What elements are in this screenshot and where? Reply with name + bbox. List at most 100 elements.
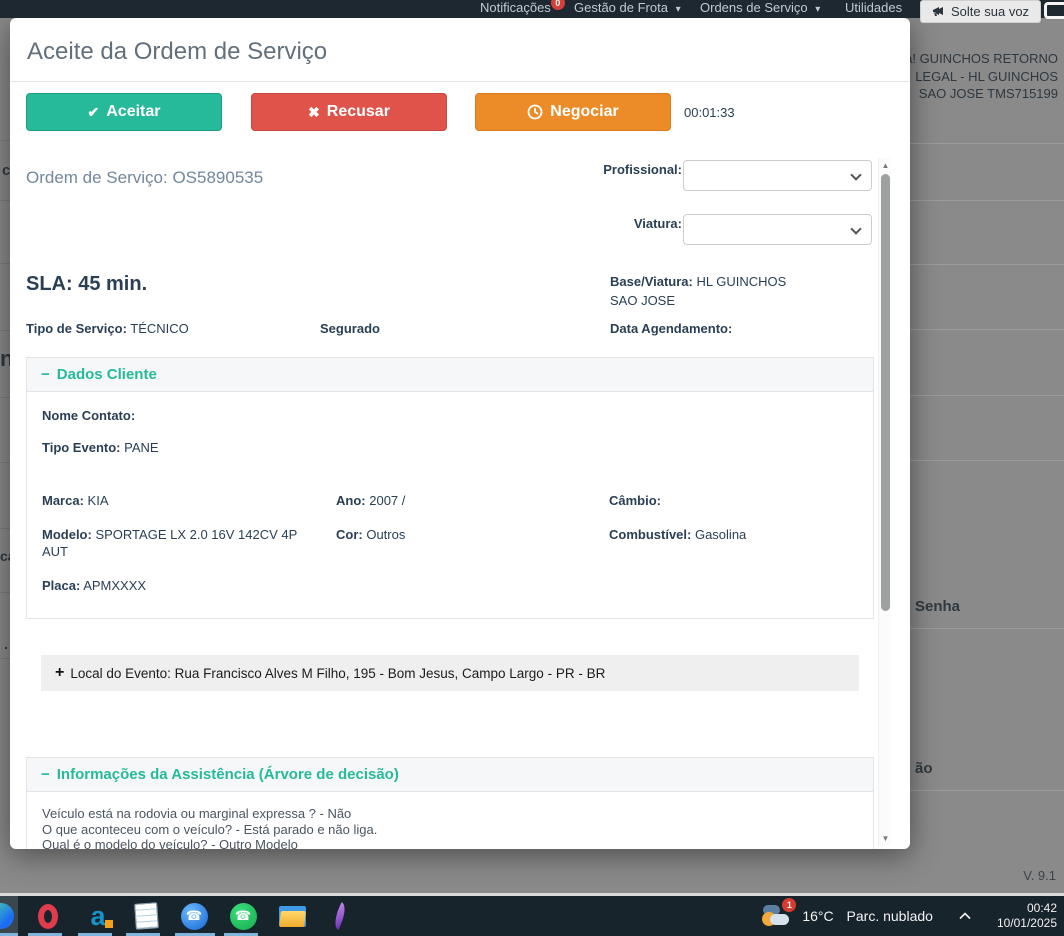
ano: Ano: 2007 / bbox=[336, 492, 609, 509]
clock-icon bbox=[527, 104, 543, 120]
service-order-accept-modal: Aceite da Ordem de Serviço ✔ Aceitar ✖ R… bbox=[10, 18, 910, 849]
tray-chevron-up-icon[interactable] bbox=[959, 912, 971, 920]
assistance-panel-header[interactable]: − Informações da Assistência (Árvore de … bbox=[26, 757, 874, 792]
weather-alert-badge: 1 bbox=[782, 898, 797, 912]
user-greeting: Olá! GUINCHOS RETORNO LEGAL - HL GUINCHO… bbox=[892, 51, 1058, 101]
top-navbar: Notificações 0 Gestão de Frota ▾ Ordens … bbox=[0, 0, 1064, 23]
accept-label: Aceitar bbox=[106, 103, 161, 120]
softphone-logo: ☎ bbox=[180, 902, 208, 930]
bg-divider bbox=[903, 143, 1064, 144]
assist-app-logo: a bbox=[90, 902, 113, 930]
edge-icon[interactable] bbox=[0, 896, 18, 936]
file-explorer-icon[interactable] bbox=[270, 896, 314, 936]
client-data-panel: − Dados Cliente Nome Contato: Tipo Event… bbox=[26, 357, 874, 619]
whatsapp-icon[interactable]: ☎ bbox=[221, 896, 265, 936]
collapse-minus-icon: − bbox=[41, 766, 50, 783]
bg-divider bbox=[903, 395, 1064, 396]
professional-label: Profissional: bbox=[603, 162, 682, 177]
nav-service-orders[interactable]: Ordens de Serviço ▾ bbox=[700, 0, 820, 18]
expand-plus-icon: + bbox=[55, 664, 65, 681]
client-panel-header[interactable]: − Dados Cliente bbox=[26, 357, 874, 392]
folder-front bbox=[278, 910, 306, 927]
notepad-icon[interactable] bbox=[124, 896, 168, 936]
event-location-header[interactable]: + Local do Evento: Rua Francisco Alves M… bbox=[41, 655, 859, 691]
assistance-panel-body: Veículo está na rodovia ou marginal expr… bbox=[26, 792, 874, 849]
decision-tree-line: O que aconteceu com o veículo? - Está pa… bbox=[42, 821, 378, 837]
chevron-down-icon: ▾ bbox=[675, 4, 681, 15]
bg-divider bbox=[0, 140, 10, 141]
combustivel-value: Gasolina bbox=[694, 527, 747, 542]
bg-senha-fragment: Senha bbox=[915, 598, 961, 615]
ano-label: Ano: bbox=[336, 493, 366, 508]
decision-tree-line: Qual é o modelo do veículo? - Outro Mode… bbox=[42, 837, 298, 849]
bg-divider bbox=[0, 200, 10, 201]
bg-divider bbox=[0, 462, 10, 463]
nav-fleet-management[interactable]: Gestão de Frota ▾ bbox=[574, 0, 681, 18]
voice-button-label: Solte sua voz bbox=[951, 4, 1030, 19]
scroll-up-arrow[interactable]: ▲ bbox=[879, 161, 892, 170]
nav-utilities[interactable]: Utilidades bbox=[845, 0, 902, 18]
assist-app-dot bbox=[104, 919, 113, 928]
bg-divider bbox=[903, 329, 1064, 330]
service-type: Tipo de Serviço: TÉCNICO bbox=[26, 321, 189, 336]
chevron-down-icon bbox=[850, 223, 862, 235]
cor-value: Outros bbox=[366, 527, 406, 542]
voice-feedback-button[interactable]: Solte sua voz bbox=[920, 0, 1042, 23]
megaphone-icon bbox=[933, 6, 943, 16]
vehicle-grid: Marca: KIA Ano: 2007 / Câmbio: Modelo: S… bbox=[42, 492, 858, 594]
order-number: Ordem de Serviço: OS5890535 bbox=[26, 168, 264, 187]
file-explorer-logo bbox=[278, 905, 306, 927]
clock-time: 00:42 bbox=[1026, 901, 1057, 915]
marca-value: KIA bbox=[87, 493, 109, 508]
professional-select[interactable] bbox=[683, 160, 872, 191]
whatsapp-logo: ☎ bbox=[229, 902, 257, 930]
placa-label: Placa: bbox=[42, 578, 81, 593]
taskbar-clock[interactable]: 00:42 10/01/2025 bbox=[997, 901, 1057, 931]
cambio-label: Câmbio: bbox=[609, 493, 661, 508]
bg-divider bbox=[903, 264, 1064, 265]
cor-label: Cor: bbox=[336, 527, 363, 542]
base-viatura: Base/Viatura: HL GUINCHOS SAO JOSE bbox=[610, 272, 800, 310]
app-version: V. 9.1 bbox=[1023, 868, 1056, 883]
bg-divider bbox=[0, 658, 10, 659]
tipo-evento-label: Tipo Evento: bbox=[42, 440, 121, 455]
bg-left-fragment: . bbox=[4, 636, 8, 652]
accept-button[interactable]: ✔ Aceitar bbox=[26, 93, 222, 131]
bg-divider bbox=[0, 330, 10, 331]
assistance-info-panel: − Informações da Assistência (Árvore de … bbox=[26, 757, 874, 849]
check-icon: ✔ bbox=[87, 103, 100, 120]
modal-scrollbar[interactable]: ▲ ▼ bbox=[878, 158, 891, 846]
nav-utilities-label: Utilidades bbox=[845, 0, 903, 15]
nome-contato-label: Nome Contato: bbox=[42, 408, 136, 423]
softphone-icon[interactable]: ☎ bbox=[172, 896, 216, 936]
weather-condition: Parc. nublado bbox=[846, 908, 933, 924]
negotiate-button[interactable]: Negociar bbox=[475, 93, 671, 131]
assistance-panel-title: Informações da Assistência (Árvore de de… bbox=[56, 766, 399, 783]
weather-temp: 16°C bbox=[802, 908, 834, 924]
bg-divider bbox=[0, 592, 10, 593]
scroll-down-arrow[interactable]: ▼ bbox=[879, 834, 892, 843]
placa: Placa: APMXXXX bbox=[42, 577, 336, 594]
assist-app-icon[interactable]: a bbox=[76, 896, 120, 936]
placa-value: APMXXXX bbox=[83, 578, 147, 593]
ano-value: 2007 / bbox=[369, 493, 406, 508]
refuse-button[interactable]: ✖ Recusar bbox=[251, 93, 447, 131]
combustivel-label: Combustível: bbox=[609, 527, 692, 542]
event-location-label: Local do Evento: Rua Francisco Alves M F… bbox=[70, 665, 606, 681]
modelo: Modelo: SPORTAGE LX 2.0 16V 142CV 4P AUT bbox=[42, 526, 336, 560]
feather-logo bbox=[329, 902, 351, 930]
account-icon[interactable] bbox=[1044, 2, 1064, 19]
notifications-badge: 0 bbox=[550, 0, 565, 10]
weather-text[interactable]: 16°C Parc. nublado bbox=[802, 908, 933, 924]
weather-icon[interactable]: 1 bbox=[760, 898, 797, 930]
bg-divider bbox=[903, 628, 1064, 629]
bg-divider bbox=[0, 528, 10, 529]
opera-icon[interactable] bbox=[26, 896, 70, 936]
bg-divider bbox=[903, 200, 1064, 201]
scrollbar-thumb[interactable] bbox=[881, 174, 890, 611]
refuse-label: Recusar bbox=[326, 103, 390, 120]
nav-notifications[interactable]: Notificações 0 bbox=[480, 0, 565, 18]
feather-icon[interactable] bbox=[318, 896, 362, 936]
viatura-select[interactable] bbox=[683, 214, 872, 245]
divider bbox=[10, 81, 910, 82]
